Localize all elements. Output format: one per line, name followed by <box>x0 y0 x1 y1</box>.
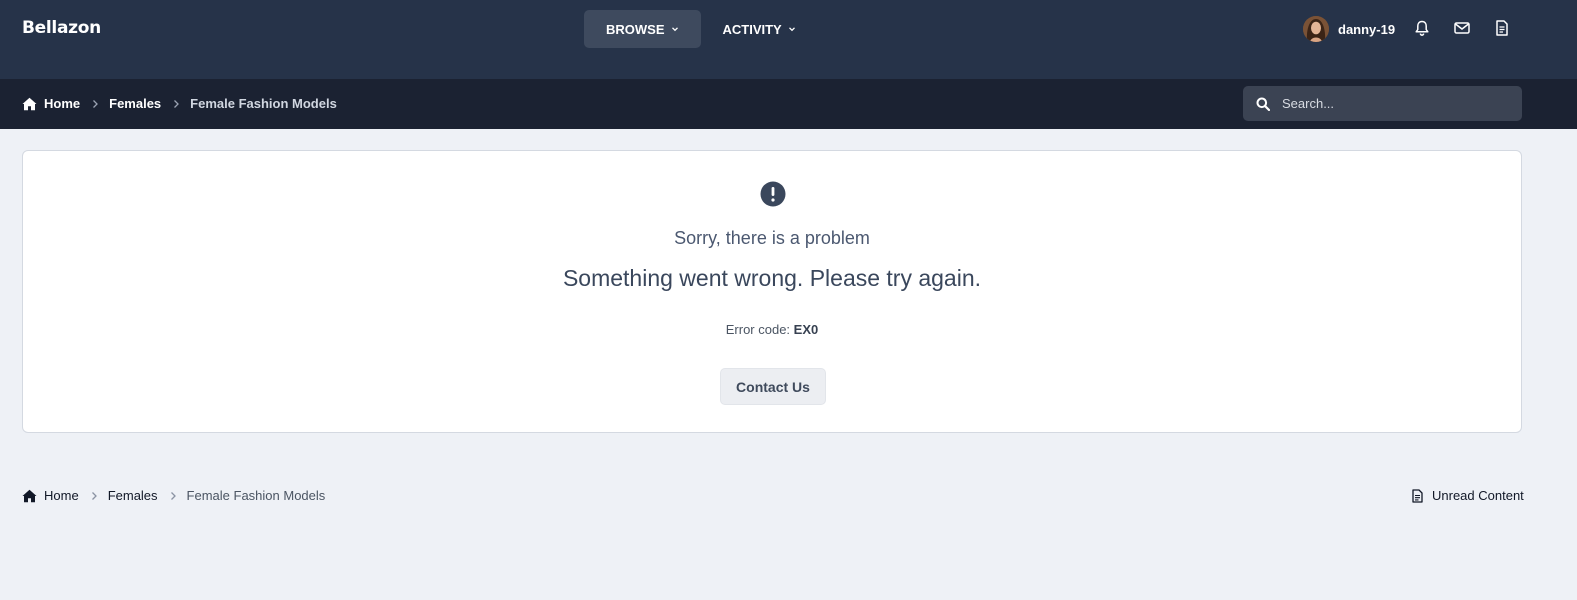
breadcrumb-females[interactable]: Females <box>109 96 161 111</box>
breadcrumb-female-fashion-models[interactable]: Female Fashion Models <box>187 488 326 503</box>
error-code-label: Error code: <box>725 322 791 337</box>
breadcrumb-label: Home <box>44 488 79 503</box>
breadcrumb-label: Females <box>109 96 162 111</box>
breadcrumb-home[interactable]: Home <box>22 96 80 111</box>
avatar <box>1303 16 1329 42</box>
chevron-right-icon <box>170 491 176 500</box>
error-title: Sorry, there is a problem <box>674 228 870 248</box>
search-icon[interactable] <box>1256 97 1270 111</box>
nav-browse[interactable]: BROWSE <box>584 10 701 48</box>
chevron-right-icon <box>174 99 180 108</box>
breadcrumb-bar: Home Females Female Fashion Models <box>0 79 1577 129</box>
breadcrumb: Home Females Female Fashion Models <box>22 96 337 111</box>
unread-content-label: Unread Content <box>1432 488 1524 503</box>
breadcrumb-home[interactable]: Home <box>22 488 79 503</box>
error-card: Sorry, there is a problem Something went… <box>22 150 1522 433</box>
chevron-down-icon <box>788 27 795 32</box>
nav-browse-label: BROWSE <box>606 21 665 37</box>
username: danny-19 <box>1338 21 1396 37</box>
breadcrumb-females[interactable]: Females <box>108 488 158 503</box>
exclamation-circle-icon <box>760 181 786 207</box>
main-nav: BROWSE ACTIVITY <box>584 10 818 48</box>
error-message: Something went wrong. Please try again. <box>562 265 982 291</box>
envelope-icon[interactable] <box>1453 19 1471 37</box>
search-input[interactable] <box>1282 96 1512 111</box>
breadcrumb-label: Female Fashion Models <box>186 488 326 503</box>
chevron-right-icon <box>91 491 97 500</box>
top-header: Bellazon BROWSE ACTIVITY danny-19 <box>0 0 1577 79</box>
search-box[interactable] <box>1243 86 1522 121</box>
document-icon <box>1412 488 1423 503</box>
breadcrumb-label: Home <box>44 96 81 111</box>
user-menu[interactable]: danny-19 <box>1303 16 1395 42</box>
contact-us-button[interactable]: Contact Us <box>720 368 826 405</box>
breadcrumb-female-fashion-models[interactable]: Female Fashion Models <box>190 96 337 111</box>
error-code: Error code: EX0 <box>23 322 1521 337</box>
site-logo[interactable]: Bellazon <box>22 18 101 38</box>
home-icon <box>22 97 37 110</box>
document-icon[interactable] <box>1493 19 1511 37</box>
chevron-right-icon <box>93 99 99 108</box>
bell-icon[interactable] <box>1413 19 1431 37</box>
chevron-down-icon <box>671 27 678 32</box>
footer-breadcrumb: Home Females Female Fashion Models <box>22 488 325 503</box>
nav-activity[interactable]: ACTIVITY <box>701 10 818 48</box>
error-code-value: EX0 <box>793 322 819 337</box>
unread-content-link[interactable]: Unread Content <box>1411 488 1524 503</box>
nav-activity-label: ACTIVITY <box>722 21 782 37</box>
breadcrumb-label: Female Fashion Models <box>190 96 337 111</box>
home-icon <box>22 489 37 502</box>
breadcrumb-label: Females <box>107 488 158 503</box>
